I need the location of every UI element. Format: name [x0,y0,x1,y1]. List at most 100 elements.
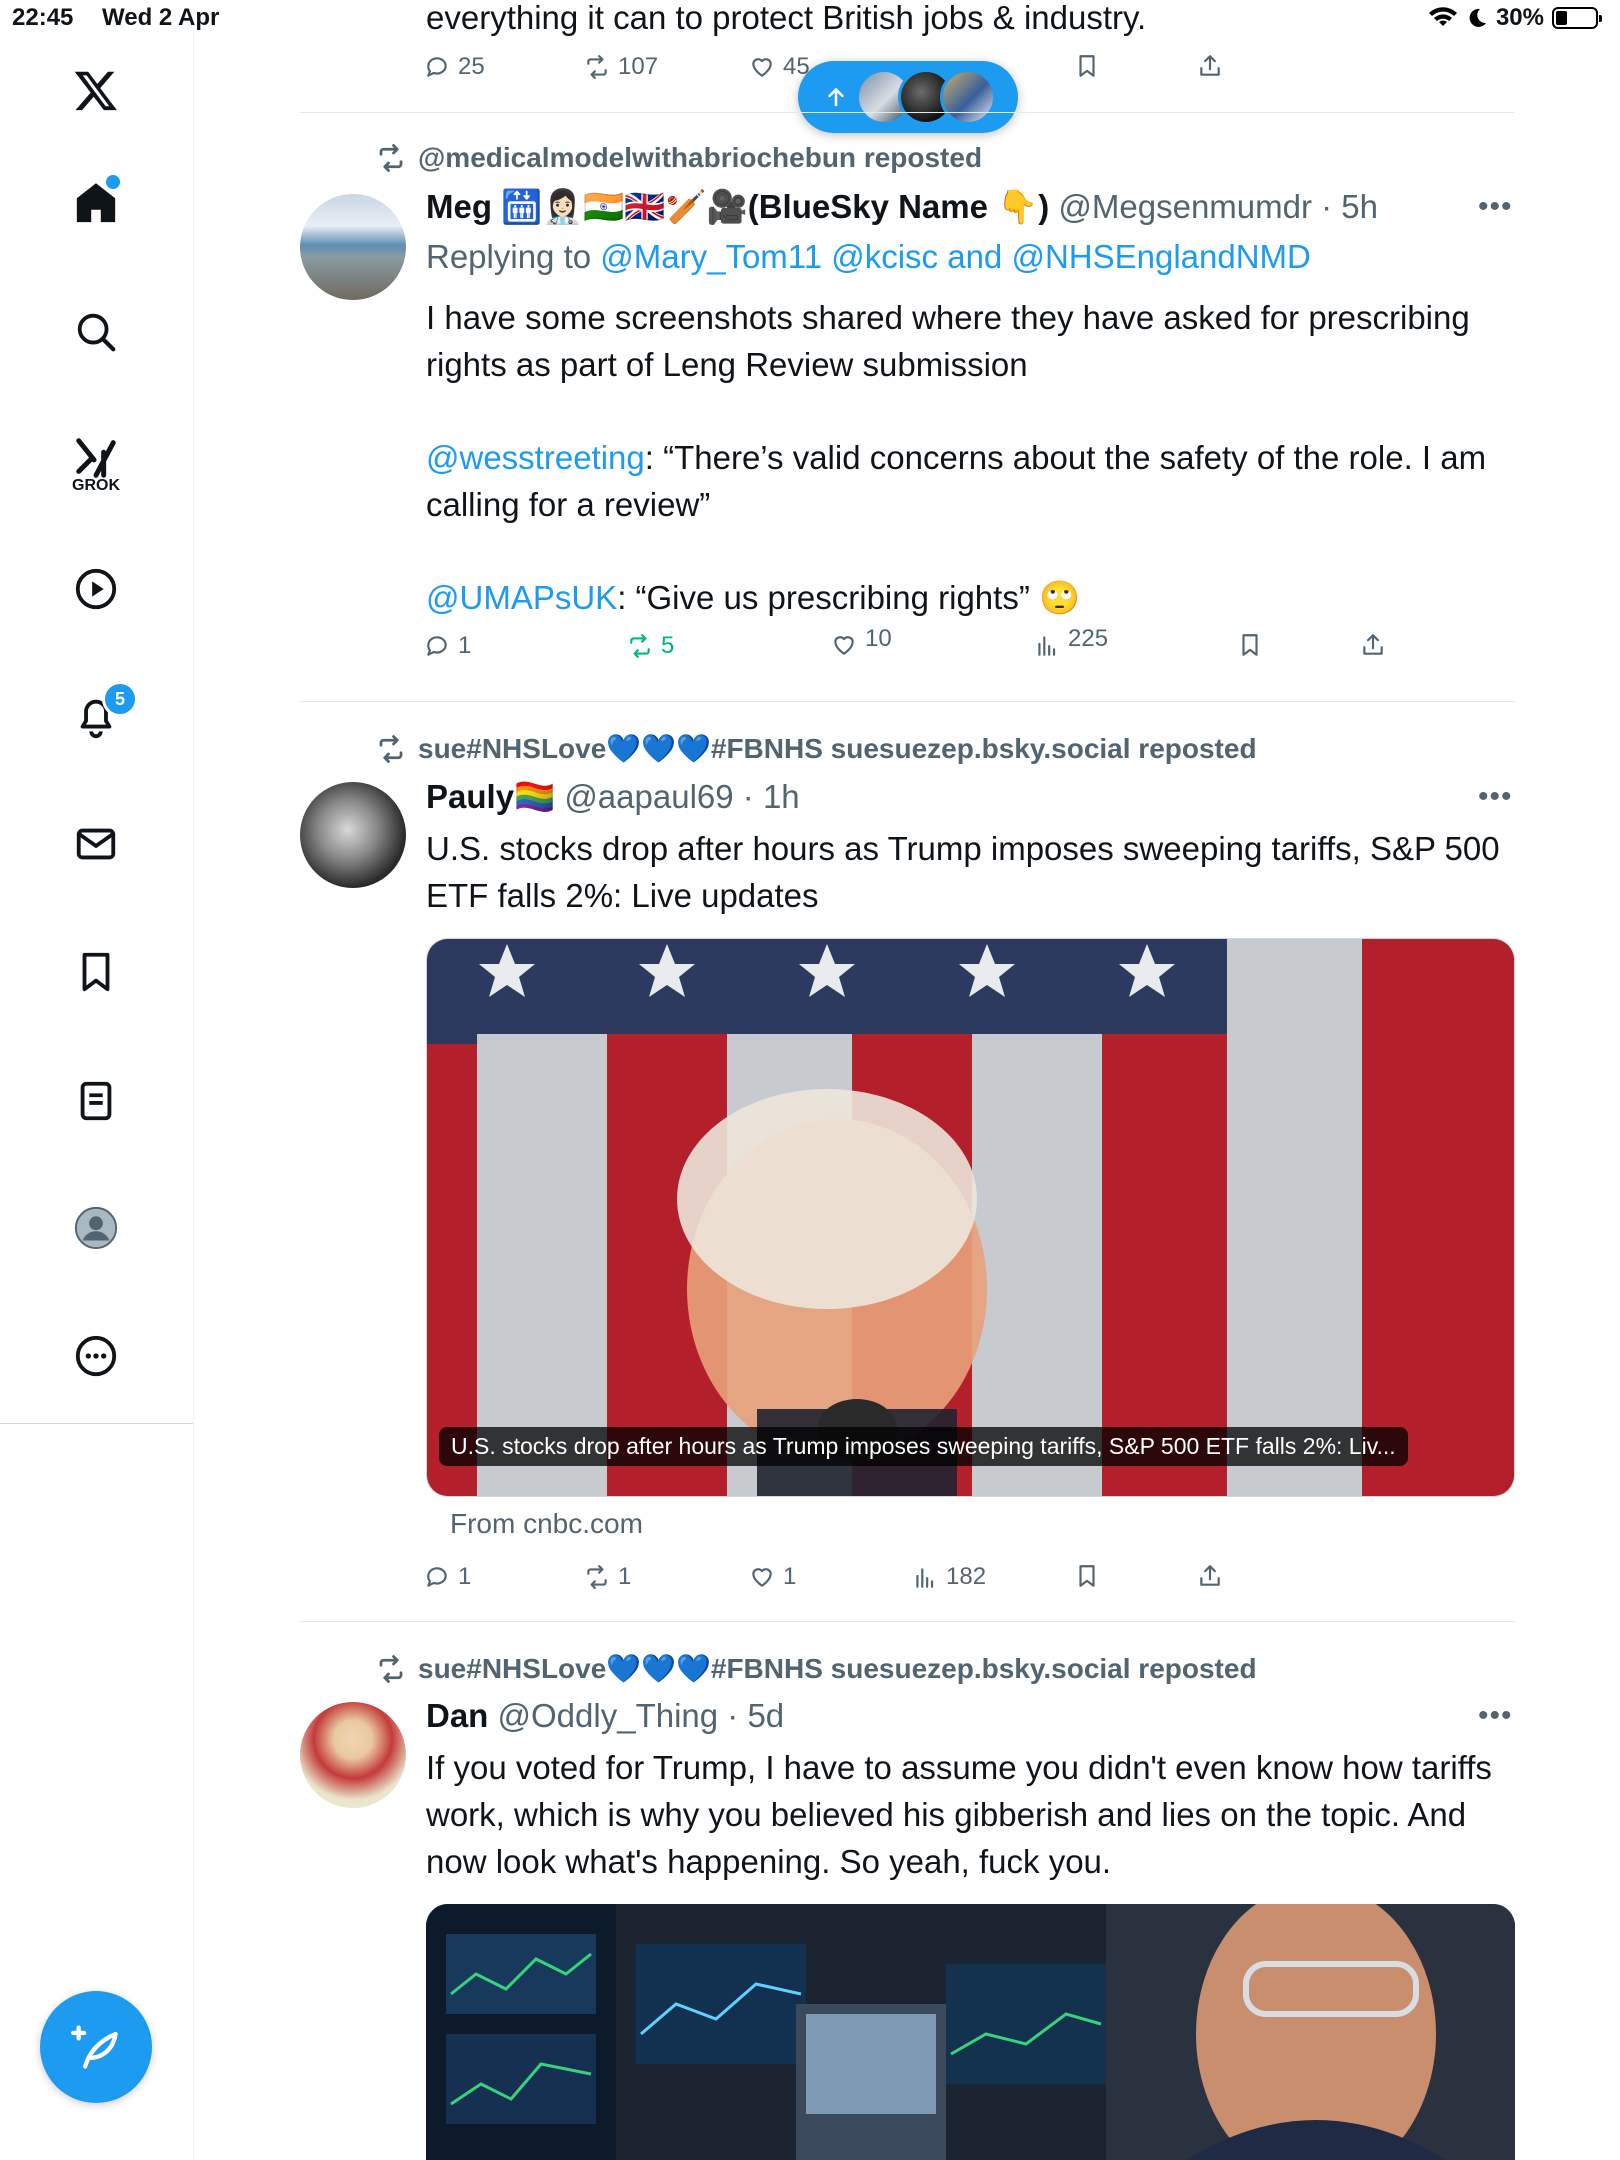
card-caption: U.S. stocks drop after hours as Trump im… [439,1427,1408,1466]
like-count: 10 [865,625,892,652]
more-options-icon[interactable]: ••• [1478,780,1513,814]
compose-icon [71,2025,118,2069]
sidebar-item-grok[interactable]: GROK [66,425,126,505]
separator: · [1311,188,1342,225]
compose-button[interactable] [40,1991,152,2103]
repost-count: 1 [618,1563,632,1590]
replying-to-users[interactable]: @Mary_Tom11 @kcisc and @NHSEnglandNMD [600,238,1311,275]
heart-icon [752,58,772,77]
battery-fill [1556,11,1567,25]
separator: · [733,778,763,815]
link-card[interactable]: U.S. stocks drop after hours as Trump im… [426,938,1515,1497]
repost-count: 107 [618,53,659,80]
sidebar-item-more[interactable] [66,1326,126,1386]
bookmark-icon [1242,634,1258,656]
timestamp: 5h [1341,188,1379,225]
sidebar-item-home[interactable] [66,173,126,233]
reply-button[interactable]: 1 [424,632,471,660]
status-date: Wed 2 Apr [102,4,220,31]
mention-link[interactable]: @UMAPsUK [426,579,617,616]
play-icon [75,568,117,610]
avatar[interactable] [300,1702,406,1808]
repost-icon [379,1654,403,1683]
repost-attribution: sue#NHSLove💙💙💙#FBNHS suesuezep.bsky.soci… [376,1652,1257,1685]
share-icon [1363,634,1383,655]
sidebar-item-video[interactable] [66,559,126,619]
search-icon [77,313,116,352]
sidebar-item-profile[interactable] [66,1198,126,1258]
tweet-actions: 1 5 10 225 [424,625,1394,668]
tweet-paragraph: @UMAPsUK: “Give us prescribing rights” 🙄 [426,574,1516,621]
views-chart-icon [916,1568,934,1588]
more-options-icon[interactable]: ••• [1478,1699,1513,1733]
divider [300,1621,1515,1622]
reply-count: 1 [458,1563,472,1590]
notification-badge: 5 [102,681,138,717]
views-button[interactable]: 182 [912,1563,986,1591]
x-logo-icon[interactable] [66,60,126,120]
more-options-icon[interactable]: ••• [1478,190,1513,224]
avatar[interactable] [300,194,406,300]
bookmark-icon [1079,1565,1095,1587]
reposted-by: sue#NHSLove💙💙💙#FBNHS suesuezep.bsky.soci… [418,1653,1257,1684]
reposted-by: @medicalmodelwithabriochebun reposted [418,142,983,173]
like-count: 1 [783,1563,797,1590]
repost-icon [379,144,403,172]
repost-button[interactable]: 1 [584,1563,631,1591]
repost-button[interactable]: 5 [627,632,674,660]
like-button[interactable]: 45 [749,53,810,81]
heart-icon [834,636,854,655]
tweet-header: Pauly🏳️‍🌈 @aapaul69 · 1h [426,778,800,817]
sidebar-item-messages[interactable] [66,814,126,874]
user-handle[interactable]: @aapaul69 [564,778,733,815]
bookmark-button[interactable] [1074,53,1100,79]
share-icon [1200,55,1220,76]
reply-icon [427,1567,447,1587]
sidebar-item-notifications[interactable]: 5 [66,681,138,747]
reply-icon [427,57,447,77]
reposted-by: sue#NHSLove💙💙💙#FBNHS suesuezep.bsky.soci… [418,733,1257,764]
grok-label: GROK [72,477,120,494]
grok-icon [76,438,116,478]
status-time: 22:45 [12,4,74,31]
card-image [427,939,1514,1496]
like-button[interactable]: 1 [749,1563,796,1591]
replying-prefix: Replying to [426,238,601,275]
more-icon [75,1335,117,1377]
repost-button[interactable]: 107 [584,53,658,81]
reply-button[interactable]: 25 [424,53,485,81]
bookmark-button[interactable] [1237,632,1263,658]
bookmark-button[interactable] [1074,1563,1100,1589]
avatar[interactable] [300,782,406,888]
repost-attribution: @medicalmodelwithabriochebun reposted [376,142,982,174]
user-handle[interactable]: @Oddly_Thing [498,1697,719,1734]
sidebar-divider [0,1423,193,1424]
sidebar-item-bookmarks[interactable] [66,942,126,1002]
timestamp: 1h [762,778,800,815]
new-posts-pill[interactable] [798,61,1018,133]
tweet-image[interactable] [426,1904,1515,2160]
share-button[interactable] [1360,632,1386,658]
display-name[interactable]: Dan [426,1697,488,1734]
display-name[interactable]: Pauly🏳️‍🌈 [426,778,555,815]
link-source[interactable]: From cnbc.com [450,1508,643,1540]
tweet-header: Dan @Oddly_Thing · 5d [426,1697,784,1735]
views-button[interactable]: 225 [1034,625,1108,658]
sidebar-item-search[interactable] [66,302,126,362]
sidebar-item-lists[interactable] [66,1071,126,1131]
like-button[interactable]: 10 [831,625,892,658]
bookmark-icon [1079,55,1095,77]
home-unread-dot [104,173,122,191]
share-button[interactable] [1197,1563,1223,1589]
reply-button[interactable]: 1 [424,1563,471,1591]
share-icon [1200,1565,1220,1586]
separator: · [718,1697,748,1734]
share-button[interactable] [1197,53,1223,79]
tweet-actions: 1 1 1 182 [424,1563,1244,1599]
repost-count: 5 [661,632,675,659]
arrow-up-icon [828,88,844,107]
trading-floor-image [426,1904,1515,2160]
display-name[interactable]: Meg 🛗👩🏻‍⚕️🇮🇳🇬🇧🏏🎥(BlueSky Name 👇) [426,188,1049,225]
user-handle[interactable]: @Megsenmumdr [1058,188,1312,225]
mention-link[interactable]: @wesstreeting [426,439,645,476]
